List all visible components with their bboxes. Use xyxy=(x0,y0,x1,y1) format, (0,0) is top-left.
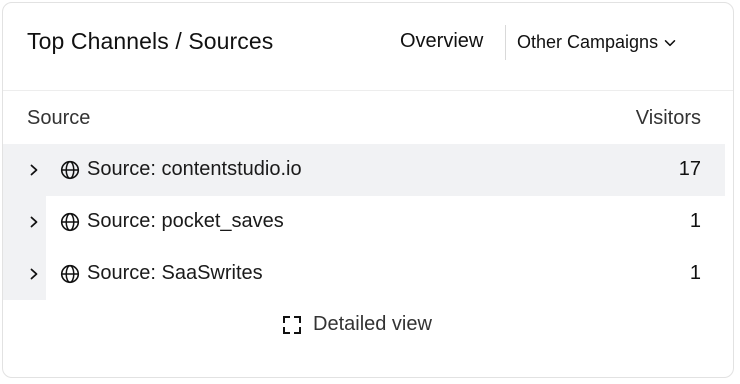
table-row[interactable]: Source: pocket_saves 1 xyxy=(3,196,733,248)
tab-divider xyxy=(505,25,506,60)
globe-icon xyxy=(60,160,80,180)
row-visitors-value: 17 xyxy=(678,158,701,180)
detailed-view-button[interactable]: Detailed view xyxy=(282,313,432,336)
column-header-visitors: Visitors xyxy=(635,107,701,129)
expand-icon xyxy=(283,315,301,334)
column-header-source: Source xyxy=(27,107,91,129)
row-source-label: Source: pocket_saves xyxy=(87,210,284,232)
row-source-label: Source: SaaSwrites xyxy=(87,262,263,284)
globe-icon xyxy=(60,212,80,232)
row-visitors-value: 1 xyxy=(689,262,701,284)
tab-overview[interactable]: Overview xyxy=(400,30,483,53)
table-row[interactable]: Source: contentstudio.io 17 xyxy=(3,144,733,196)
row-visitors-value: 1 xyxy=(689,210,701,232)
detailed-view-label: Detailed view xyxy=(313,313,432,335)
tab-other-campaigns-label: Other Campaigns xyxy=(517,32,659,52)
chevron-right-icon[interactable] xyxy=(27,161,41,179)
card-header: Top Channels / Sources Overview Other Ca… xyxy=(3,3,733,91)
table-row[interactable]: Source: SaaSwrites 1 xyxy=(3,248,733,300)
globe-icon xyxy=(60,264,80,284)
tab-other-campaigns-dropdown[interactable]: Other Campaigns xyxy=(517,32,676,53)
chevron-right-icon[interactable] xyxy=(27,265,41,283)
card-title: Top Channels / Sources xyxy=(27,28,274,54)
top-channels-card: Top Channels / Sources Overview Other Ca… xyxy=(2,2,734,378)
row-source-label: Source: contentstudio.io xyxy=(87,158,302,180)
chevron-right-icon[interactable] xyxy=(27,213,41,231)
chevron-down-icon xyxy=(664,39,676,46)
